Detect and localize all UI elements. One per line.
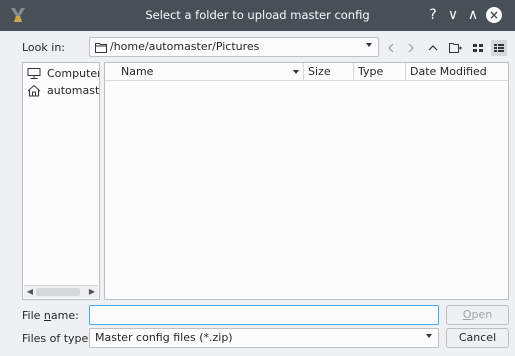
sidebar-item-label: Computer — [47, 67, 100, 80]
maximize-icon[interactable]: ∧ — [465, 7, 481, 23]
files-of-type-combo[interactable]: Master config files (*.zip) — [89, 328, 439, 348]
column-header-size[interactable]: Size — [304, 63, 354, 80]
sort-descending-icon — [293, 70, 299, 74]
computer-icon — [27, 68, 41, 79]
back-icon[interactable] — [383, 40, 399, 56]
open-button-label: pen — [471, 308, 493, 321]
file-name-input[interactable] — [89, 305, 439, 325]
cancel-button[interactable]: Cancel — [446, 328, 509, 348]
files-of-type-value: Master config files (*.zip) — [95, 331, 233, 344]
detail-view-icon[interactable] — [491, 40, 507, 56]
sidebar-horizontal-scrollbar[interactable]: ◀ ▶ — [24, 285, 98, 298]
column-header-type[interactable]: Type — [354, 63, 406, 80]
files-of-type-label: Files of type: — [22, 332, 93, 345]
scroll-right-icon[interactable]: ▶ — [87, 287, 97, 297]
chevron-down-icon — [366, 43, 372, 47]
places-sidebar[interactable]: Computer automast ◀ ▶ — [22, 62, 100, 300]
file-name-label-part: ame: — [50, 309, 79, 322]
home-icon — [27, 84, 41, 97]
up-icon[interactable] — [425, 40, 441, 56]
column-header-date-modified[interactable]: Date Modified — [406, 63, 508, 80]
list-view-icon[interactable] — [470, 40, 486, 56]
title-bar: Select a folder to upload master config … — [0, 0, 515, 31]
minimize-icon[interactable]: ∨ — [445, 7, 461, 23]
column-header-name[interactable]: Name — [105, 63, 304, 80]
scrollbar-thumb[interactable] — [36, 288, 80, 296]
file-name-label: File name: — [22, 309, 79, 322]
file-name-label-mnemonic: n — [43, 309, 51, 322]
folder-icon — [95, 43, 107, 53]
look-in-path: /home/automaster/Pictures — [110, 40, 260, 53]
new-folder-icon[interactable] — [447, 40, 463, 56]
look-in-combo[interactable]: /home/automaster/Pictures — [89, 37, 379, 57]
scroll-left-icon[interactable]: ◀ — [25, 287, 35, 297]
file-dialog: Select a folder to upload master config … — [0, 0, 515, 356]
file-list-view[interactable]: Name Size Type Date Modified — [104, 62, 509, 300]
column-header-label: Size — [308, 65, 331, 78]
chevron-down-icon — [426, 334, 432, 338]
open-button[interactable]: Open — [446, 305, 509, 325]
file-name-label-part: File — [22, 309, 44, 322]
column-header-label: Type — [358, 65, 384, 78]
look-in-label: Look in: — [22, 41, 65, 54]
forward-icon[interactable] — [403, 40, 419, 56]
column-header-label: Name — [121, 65, 154, 78]
file-list-header: Name Size Type Date Modified — [105, 63, 508, 81]
column-header-label: Date Modified — [410, 65, 487, 78]
close-icon[interactable]: × — [486, 7, 502, 23]
sidebar-item-label: automast — [47, 84, 100, 97]
help-icon[interactable]: ? — [425, 7, 441, 23]
